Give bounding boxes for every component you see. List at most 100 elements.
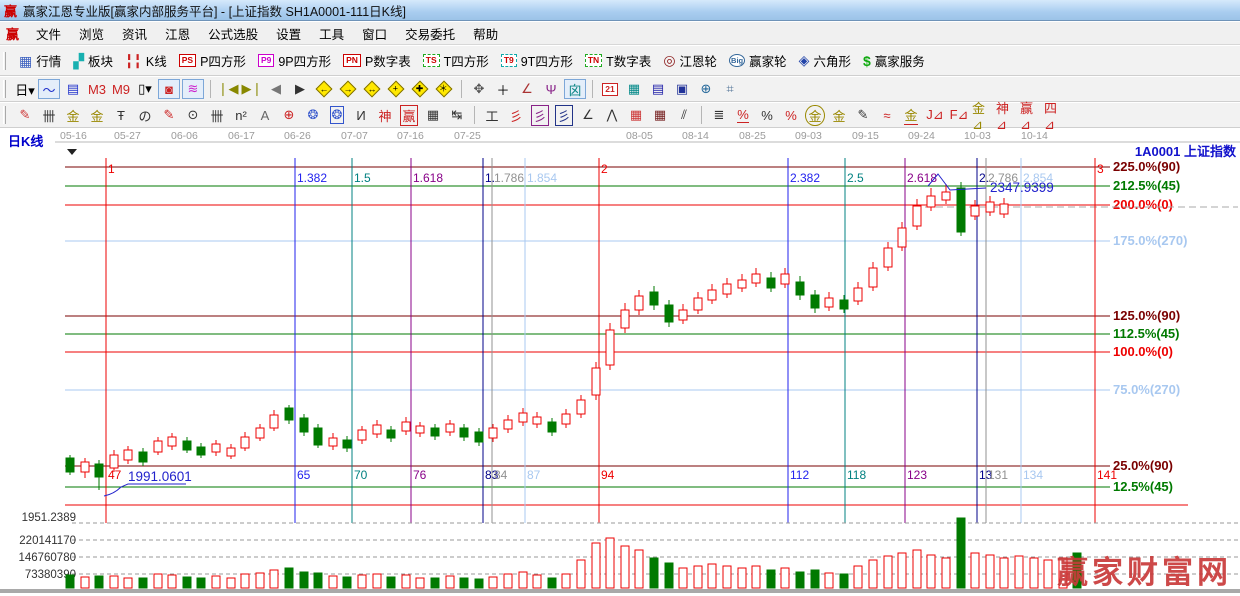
gold-level-icon[interactable]: 金 xyxy=(828,105,850,125)
menu-item[interactable]: 帮助 xyxy=(464,22,507,45)
j-angle-icon[interactable]: J⊿ xyxy=(924,105,946,125)
menu-item[interactable]: 工具 xyxy=(310,22,353,45)
n-square-icon[interactable]: n² xyxy=(230,105,252,125)
f-angle-icon[interactable]: F⊿ xyxy=(948,105,970,125)
shen-angle-icon[interactable]: 神⊿ xyxy=(996,105,1018,125)
spiral-icon[interactable]: の xyxy=(134,105,156,125)
percent-icon[interactable]: % xyxy=(756,105,778,125)
kline-button[interactable]: ╏╏K线 xyxy=(119,49,173,72)
brush-icon[interactable]: ✎ xyxy=(852,105,874,125)
red-grid-icon[interactable]: ▦ xyxy=(625,105,647,125)
9t-square-button[interactable]: T99T四方形 xyxy=(495,49,579,72)
chart-canvas[interactable]: 05-1605-2706-0606-1706-2607-0707-1607-25… xyxy=(0,129,1240,596)
document-icon[interactable]: ▤ xyxy=(62,79,84,99)
gold-gauge2-icon[interactable]: 金 xyxy=(86,105,108,125)
shen-tool-icon[interactable]: 神 xyxy=(374,105,396,125)
wave9-icon[interactable]: M9 xyxy=(110,79,132,99)
tree-icon[interactable]: Ψ xyxy=(540,79,562,99)
sectors-button[interactable]: ▞板块 xyxy=(67,49,119,72)
t-square-button[interactable]: TST四方形 xyxy=(417,49,495,72)
trend-lines-icon[interactable]: ∠ xyxy=(577,105,599,125)
grid-123-icon[interactable]: ▦ xyxy=(422,105,444,125)
notes-icon[interactable]: ▤ xyxy=(647,79,669,99)
parallel-lines-icon[interactable]: ⫽ xyxy=(673,105,695,125)
menu-item[interactable]: 文件 xyxy=(27,22,70,45)
menu-item[interactable]: 公式选股 xyxy=(199,22,267,45)
notch-icon[interactable]: И xyxy=(350,105,372,125)
a-lines-icon[interactable]: A xyxy=(254,105,276,125)
p-table-button[interactable]: PNP数字表 xyxy=(337,49,417,72)
wave3-icon[interactable]: M3 xyxy=(86,79,108,99)
si-angle-icon[interactable]: 四⊿ xyxy=(1044,105,1066,125)
menu-item[interactable]: 浏览 xyxy=(70,22,113,45)
9p-square-button[interactable]: P99P四方形 xyxy=(252,49,337,72)
workstation-icon[interactable]: ⌗ xyxy=(719,79,741,99)
quotes-button[interactable]: ▦行情 xyxy=(13,49,67,72)
star-rays-icon[interactable]: ❂ xyxy=(302,105,324,125)
circle-cross-icon[interactable]: ⊕ xyxy=(278,105,300,125)
last-bar-icon[interactable]: ▶❘ xyxy=(241,79,263,99)
pane-divider[interactable] xyxy=(0,589,1240,593)
wave-line-icon[interactable]: ≈ xyxy=(876,105,898,125)
f-gauge-icon[interactable]: Ŧ xyxy=(110,105,132,125)
winner-service-button[interactable]: $赢家服务 xyxy=(857,49,931,72)
ying-tool-icon[interactable]: 赢 xyxy=(398,105,420,125)
menu-item[interactable]: 江恩 xyxy=(156,22,199,45)
winner-wheel-button[interactable]: Big赢家轮 xyxy=(723,49,793,72)
fan-box-icon[interactable]: 彡 xyxy=(529,105,551,125)
angle-measure-icon[interactable]: ∠ xyxy=(516,79,538,99)
menu-item[interactable]: 窗口 xyxy=(353,22,396,45)
p-square-button[interactable]: PSP四方形 xyxy=(173,49,252,72)
kline-period-dropdown[interactable]: 日▾ xyxy=(14,79,36,99)
candle-style-dropdown[interactable]: ▯▾ xyxy=(134,79,156,99)
calendar-icon[interactable]: 21 xyxy=(599,79,621,99)
hand-tool-icon[interactable]: ✥ xyxy=(468,79,490,99)
first-bar-icon[interactable]: ❘◀ xyxy=(217,79,239,99)
hexagon-button[interactable]: ◈六角形 xyxy=(793,49,857,72)
crosshair-icon[interactable]: ＋ xyxy=(492,79,514,99)
next-bar-icon[interactable]: ▶ xyxy=(289,79,311,99)
gold-angle-icon[interactable]: 金⊿ xyxy=(972,105,994,125)
price-scale-icon[interactable]: ≣ xyxy=(708,105,730,125)
boxed-rays-icon[interactable]: ❂ xyxy=(326,105,348,125)
zigzag-icon[interactable]: 〜 xyxy=(38,79,60,99)
brain-icon[interactable]: 囟 xyxy=(564,79,586,99)
compress-icon[interactable]: + xyxy=(385,79,407,99)
pan-right-icon[interactable]: → xyxy=(337,79,359,99)
gold-gauge-icon[interactable]: 金 xyxy=(62,105,84,125)
dark-grid-icon[interactable]: ▦ xyxy=(649,105,671,125)
menu-item[interactable]: 交易委托 xyxy=(396,22,464,45)
percent-line-icon[interactable]: % xyxy=(732,105,754,125)
svg-text:225.0%(90): 225.0%(90) xyxy=(1113,159,1180,174)
gold-circle-icon[interactable]: 金 xyxy=(804,105,826,125)
pencil-tool-icon[interactable]: ✎ xyxy=(14,105,36,125)
menu-item[interactable]: 设置 xyxy=(267,22,310,45)
zoom-h-icon[interactable]: ↔ xyxy=(361,79,383,99)
full-view-icon[interactable]: ＊ xyxy=(433,79,455,99)
web-export-icon[interactable]: ⊕ xyxy=(695,79,717,99)
ying-angle-icon[interactable]: 赢⊿ xyxy=(1020,105,1042,125)
puzzle-icon[interactable]: ◙ xyxy=(158,79,180,99)
histogram-icon[interactable]: ≋ xyxy=(182,79,204,99)
calculator-icon[interactable]: ▦ xyxy=(623,79,645,99)
save-icon[interactable]: ▣ xyxy=(671,79,693,99)
t-table-button[interactable]: TNT数字表 xyxy=(579,49,657,72)
time-circle-icon[interactable]: ⊙ xyxy=(182,105,204,125)
prev-bar-icon[interactable]: ◀ xyxy=(265,79,287,99)
fan-box2-icon[interactable]: 彡 xyxy=(553,105,575,125)
gann-wheel-button[interactable]: ◎江恩轮 xyxy=(657,49,723,72)
gann-grid-icon[interactable]: 工 xyxy=(481,105,503,125)
gauge-ruler-icon[interactable]: 卌 xyxy=(38,105,60,125)
tick-ruler-icon[interactable]: 卌 xyxy=(206,105,228,125)
pan-left-icon[interactable]: ← xyxy=(313,79,335,99)
menu-item[interactable]: 资讯 xyxy=(113,22,156,45)
zigzag-lines-icon[interactable]: ⋀ xyxy=(601,105,623,125)
marker-pen-icon[interactable]: ✎ xyxy=(158,105,180,125)
span-arrow-icon[interactable]: ↹ xyxy=(446,105,468,125)
kline-chart[interactable]: 05-1605-2706-0606-1706-2607-0707-1607-25… xyxy=(0,129,1240,596)
gold-underline-icon[interactable]: 金 xyxy=(900,105,922,125)
title-bar[interactable]: 赢 赢家江恩专业版[赢家内部服务平台] - [上证指数 SH1A0001-111… xyxy=(0,0,1240,21)
fan-lines-icon[interactable]: 彡 xyxy=(505,105,527,125)
expand-icon[interactable]: ✚ xyxy=(409,79,431,99)
percent-ref-icon[interactable]: % xyxy=(780,105,802,125)
